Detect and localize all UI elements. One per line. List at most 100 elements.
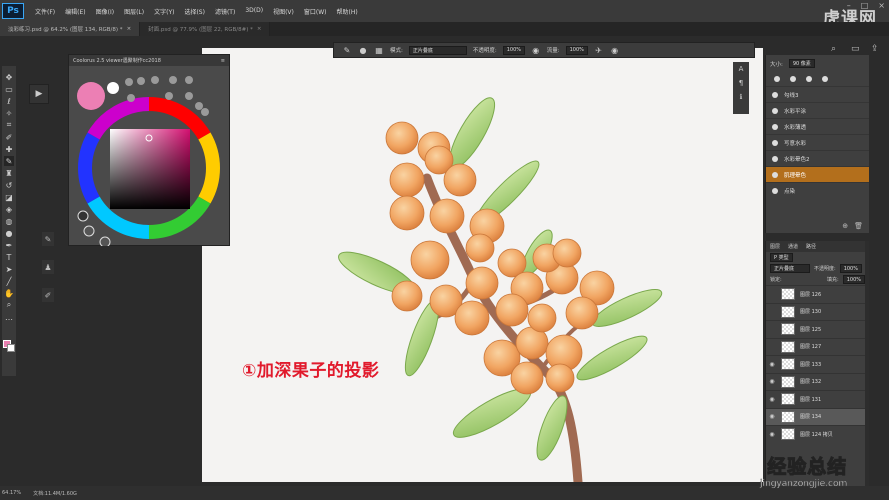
layers-scrollbar[interactable] — [865, 241, 869, 486]
menu-item-file[interactable]: 文件(F) — [30, 7, 60, 16]
panel-menu-icon[interactable]: ≡ — [221, 58, 225, 64]
brush-item[interactable]: 勾线3 — [766, 86, 869, 102]
eye-icon[interactable]: ◉ — [768, 378, 776, 385]
tab-channels[interactable]: 通道 — [788, 243, 798, 250]
mode-select[interactable]: 正片叠底 — [408, 45, 467, 55]
layer-item[interactable]: ◉ 图层 132 — [766, 372, 869, 391]
zoom-tool-icon[interactable]: ⌕ — [4, 300, 14, 310]
brush-size-input[interactable]: 90 像素 — [788, 59, 815, 68]
airbrush-icon[interactable]: ✈ — [594, 45, 604, 55]
share-icon[interactable]: ⇪ — [871, 44, 883, 56]
pen-tool-icon[interactable]: ✒ — [4, 240, 14, 250]
layer-item[interactable]: ◉ 图层 124 拷贝 — [766, 425, 869, 443]
delete-brush-icon[interactable]: 🗑 — [854, 222, 863, 230]
pressure-size-icon[interactable]: ◉ — [610, 45, 620, 55]
maximize-icon[interactable]: □ — [861, 1, 869, 10]
menu-item-view[interactable]: 视图(V) — [268, 7, 299, 16]
brush-tip[interactable] — [774, 76, 780, 82]
menu-item-3d[interactable]: 3D(D) — [240, 7, 268, 16]
collapsed-panel-icon[interactable]: ▶ — [29, 84, 49, 104]
tab-close-icon[interactable]: × — [257, 26, 262, 32]
opacity-input[interactable]: 100% — [502, 45, 525, 55]
marquee-tool-icon[interactable]: ▭ — [4, 84, 14, 94]
brush-item[interactable]: 写意水彩 — [766, 134, 869, 150]
eye-icon[interactable]: ◉ — [768, 396, 776, 403]
brush-preset-icon[interactable]: ● — [358, 45, 368, 55]
layer-item[interactable]: 图层 130 — [766, 302, 869, 321]
info-panel-icon[interactable]: ℹ — [740, 93, 743, 101]
layer-blend-select[interactable]: 正片叠底 — [770, 264, 810, 273]
eraser-tool-icon[interactable]: ◪ — [4, 192, 14, 202]
brush-tip[interactable] — [790, 76, 796, 82]
brush-item[interactable]: 水彩晕色2 — [766, 150, 869, 166]
move-tool-icon[interactable]: ✥ — [4, 72, 14, 82]
layer-item[interactable]: 图层 125 — [766, 320, 869, 338]
line-tool-icon[interactable]: ╱ — [4, 276, 14, 286]
close-icon[interactable]: × — [878, 1, 885, 10]
menu-item-filter[interactable]: 滤镜(T) — [210, 7, 240, 16]
menu-item-type[interactable]: 文字(Y) — [149, 7, 179, 16]
layer-opacity-input[interactable]: 100% — [839, 264, 862, 273]
current-fg-color[interactable] — [77, 82, 105, 110]
menu-item-layer[interactable]: 图层(L) — [119, 7, 149, 16]
menu-item-window[interactable]: 窗口(W) — [299, 7, 332, 16]
brush-panel-icon[interactable]: ✎ — [42, 232, 54, 246]
layer-item[interactable]: 图层 127 — [766, 337, 869, 356]
tab-document-2[interactable]: 封面.psd @ 77.9% (图层 22, RGB/8#) * × — [140, 22, 271, 36]
tool-presets-icon[interactable]: ♟ — [42, 260, 54, 274]
layer-item[interactable]: ◉ 图层 131 — [766, 390, 869, 408]
quick-select-tool-icon[interactable]: ✧ — [4, 108, 14, 118]
crop-tool-icon[interactable]: ⌗ — [4, 120, 14, 130]
hand-tool-icon[interactable]: ✋ — [4, 288, 14, 298]
menu-item-image[interactable]: 图像(I) — [91, 7, 119, 16]
menu-item-select[interactable]: 选择(S) — [179, 7, 210, 16]
tab-paths[interactable]: 路径 — [806, 243, 816, 250]
menu-item-help[interactable]: 帮助(H) — [332, 7, 363, 16]
color-wheel[interactable] — [69, 66, 229, 248]
blur-tool-icon[interactable]: ◍ — [4, 216, 14, 226]
eye-icon[interactable]: ◉ — [768, 431, 776, 438]
layer-opacity-label: 不透明度: — [814, 266, 836, 272]
minimize-icon[interactable]: – — [847, 1, 851, 10]
layer-filter-select[interactable]: P 类型 — [770, 253, 793, 262]
new-brush-icon[interactable]: ⊕ — [842, 222, 848, 230]
tab-layers[interactable]: 图层 — [770, 243, 780, 250]
tab-close-icon[interactable]: × — [127, 26, 132, 32]
document-canvas[interactable] — [202, 48, 763, 487]
paint-bucket-tool-icon[interactable]: ◈ — [4, 204, 14, 214]
brush-item[interactable]: 水彩平涂 — [766, 102, 869, 118]
layer-fill-input[interactable]: 100% — [842, 275, 865, 284]
brush-item[interactable]: 水彩薄透 — [766, 118, 869, 134]
path-select-tool-icon[interactable]: ➤ — [4, 264, 14, 274]
current-bg-color[interactable] — [107, 82, 119, 94]
layer-item-selected[interactable]: ◉ 图层 134 — [766, 407, 869, 425]
eye-icon[interactable]: ◉ — [768, 413, 776, 420]
layer-item[interactable]: 图层 126 — [766, 285, 869, 303]
eye-icon[interactable]: ◉ — [768, 361, 776, 368]
tab-document-1[interactable]: 淡彩练习.psd @ 64.2% (图层 134, RGB/8) * × — [0, 22, 141, 36]
smudge-icon[interactable]: ✐ — [42, 288, 54, 302]
paragraph-panel-icon[interactable]: ¶ — [739, 79, 743, 87]
brush-settings-icon[interactable]: ▦ — [374, 45, 384, 55]
brush-item[interactable]: 点染 — [766, 182, 869, 198]
pressure-opacity-icon[interactable]: ◉ — [531, 45, 541, 55]
flow-input[interactable]: 100% — [565, 45, 588, 55]
background-color-swatch[interactable] — [7, 344, 15, 352]
type-tool-icon[interactable]: T — [4, 252, 14, 262]
lasso-tool-icon[interactable]: ℓ — [4, 96, 14, 106]
brush-tool-icon[interactable]: ✎ — [4, 156, 14, 166]
more-tools-icon[interactable]: … — [4, 312, 14, 322]
menu-item-edit[interactable]: 编辑(E) — [60, 7, 90, 16]
brush-tool-icon[interactable]: ✎ — [342, 45, 352, 55]
eyedropper-tool-icon[interactable]: ✐ — [4, 132, 14, 142]
dodge-tool-icon[interactable]: ● — [4, 228, 14, 238]
zoom-level[interactable]: 64.17% — [2, 490, 21, 496]
brush-tip[interactable] — [822, 76, 828, 82]
history-brush-tool-icon[interactable]: ↺ — [4, 180, 14, 190]
layer-item[interactable]: ◉ 图层 133 — [766, 355, 869, 373]
healing-tool-icon[interactable]: ✚ — [4, 144, 14, 154]
character-panel-icon[interactable]: A — [739, 65, 744, 73]
clone-stamp-tool-icon[interactable]: ♜ — [4, 168, 14, 178]
brush-tip[interactable] — [806, 76, 812, 82]
brush-item-selected[interactable]: 肌理晕色 — [766, 166, 869, 182]
